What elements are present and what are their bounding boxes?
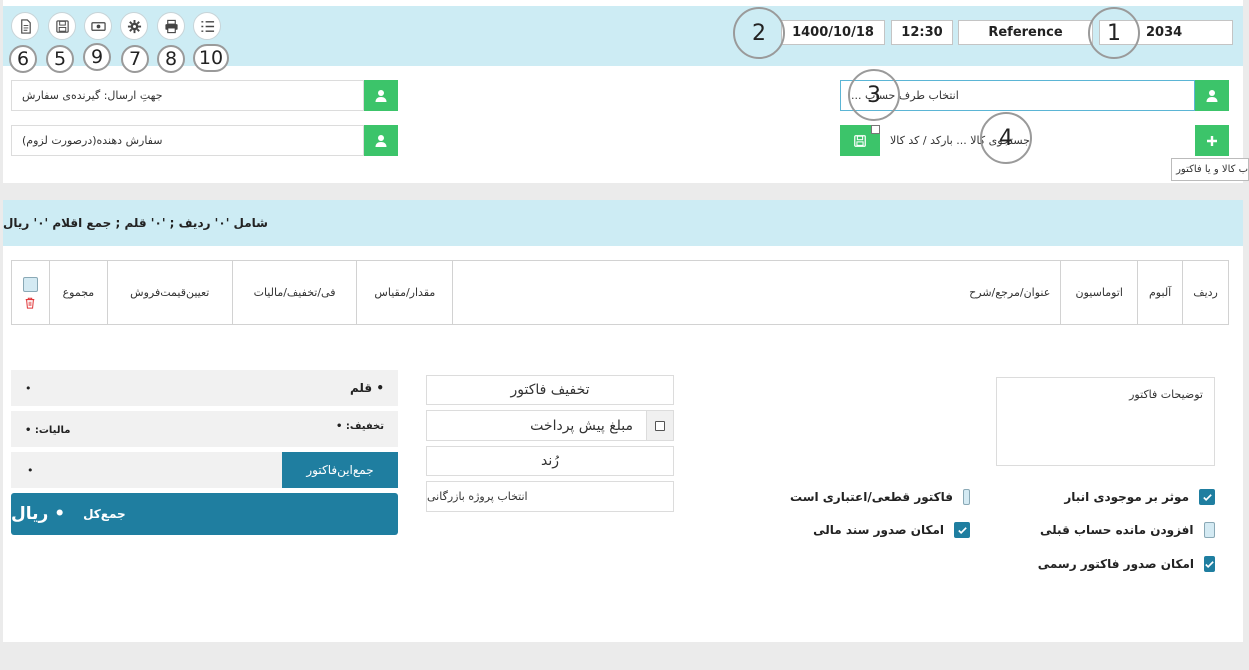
check-icon	[957, 526, 967, 534]
qalam-value: •	[25, 381, 32, 395]
financial-doc-label: امکان صدور سند مالی	[813, 523, 944, 537]
user-icon	[375, 89, 387, 102]
official-invoice-checkbox-row[interactable]: امکان صدور فاکتور رسمی	[1037, 555, 1215, 573]
save-icon	[55, 19, 69, 33]
invoice-sum-label: جمع‌این‌فاکتور	[282, 452, 398, 488]
callout-4: 4	[980, 112, 1032, 164]
discount-tax-row: تخفیف: • مالیات: •	[11, 411, 398, 447]
final-invoice-label: فاکتور قطعی/اعتباری است	[790, 490, 954, 504]
official-invoice-label: امکان صدور فاکتور رسمی	[1037, 557, 1194, 571]
project-select[interactable]: انتخاب پروژه بازرگانی	[426, 481, 674, 512]
callout-2: 2	[733, 7, 785, 59]
gear-icon	[127, 19, 141, 33]
financial-doc-checkbox-row[interactable]: امکان صدور سند مالی	[810, 521, 970, 539]
prepayment-button[interactable]: مبلغ پیش پرداخت	[426, 410, 674, 441]
cash-icon	[90, 21, 106, 31]
invoice-sum-value: •	[27, 463, 34, 477]
invoice-notes-textarea[interactable]: توضیحات فاکتور	[996, 377, 1215, 466]
prepayment-label: مبلغ پیش پرداخت	[530, 417, 633, 434]
select-all-checkbox[interactable]	[22, 276, 38, 292]
col-total[interactable]: مجموع	[48, 261, 107, 324]
previous-balance-label: افزودن مانده حساب قبلی	[1040, 523, 1194, 537]
qalam-label: • قلم	[349, 381, 384, 395]
col-title[interactable]: عنوان/مرجع/شرح	[452, 261, 1060, 324]
col-price[interactable]: فی/تخفیف/مالیات	[231, 261, 357, 324]
qalam-row: • قلم •	[11, 370, 398, 406]
product-search-input[interactable]: جستجوی کالا ... بارکد / کد کالا	[880, 125, 1195, 156]
print-icon	[164, 19, 178, 33]
col-row[interactable]: ردیف	[1182, 261, 1228, 324]
financial-doc-checkbox[interactable]	[954, 522, 970, 538]
print-button[interactable]	[157, 12, 185, 40]
inventory-checkbox-row[interactable]: موثر بر موجودی انبار	[1060, 488, 1215, 506]
order-giver-button[interactable]	[364, 125, 398, 156]
callout-badge-9: 9	[83, 43, 111, 71]
date-field[interactable]: 1400/10/18	[781, 20, 885, 45]
final-invoice-checkbox-row[interactable]: فاکتور قطعی/اعتباری است	[790, 488, 970, 506]
new-document-button[interactable]	[11, 12, 39, 40]
save-button[interactable]	[48, 12, 76, 40]
invoice-summary-bar: شامل '۰' ردیف ; '۰' قلم ; جمع اقلام '۰' …	[3, 200, 1243, 246]
callout-badge-8: 8	[157, 45, 185, 73]
user-icon	[375, 134, 387, 147]
notes-label: توضیحات فاکتور	[1129, 388, 1203, 401]
col-album[interactable]: آلبوم	[1137, 261, 1182, 324]
callout-3: 3	[848, 69, 900, 121]
col-automation[interactable]: اتوماسیون	[1060, 261, 1137, 324]
send-direction-field[interactable]: جهتِ ارسال: گیرنده‌ی سفارش	[11, 80, 364, 111]
col-sale-price[interactable]: تعیین‌قیمت‌فروش	[106, 261, 232, 324]
account-button[interactable]	[1195, 80, 1229, 111]
save-icon	[854, 134, 866, 147]
callout-badge-6: 6	[9, 45, 37, 73]
reference-label: Reference	[958, 20, 1093, 45]
grand-total-value: • ریال	[11, 504, 66, 524]
invoice-discount-button[interactable]: تخفیف فاکتور	[426, 375, 674, 405]
final-invoice-checkbox[interactable]	[963, 489, 970, 505]
callout-badge-10: 10	[193, 44, 229, 72]
prepayment-checkbox[interactable]	[655, 420, 665, 431]
items-table: ردیف آلبوم اتوماسیون عنوان/مرجع/شرح مقدا…	[11, 260, 1229, 325]
grand-total-button[interactable]: جمع‌کل • ریال	[11, 493, 398, 535]
list-button[interactable]	[193, 12, 221, 40]
discount-label: تخفیف: •	[335, 421, 384, 432]
order-giver-field[interactable]: سفارش دهنده(درصورت لزوم)	[11, 125, 364, 156]
user-icon	[1206, 89, 1218, 102]
col-actions	[12, 261, 49, 324]
previous-balance-checkbox-row[interactable]: افزودن مانده حساب قبلی	[1040, 521, 1215, 539]
plus-icon	[1207, 135, 1217, 146]
check-icon	[1202, 493, 1212, 501]
product-checkbox[interactable]	[871, 125, 880, 134]
settings-button[interactable]	[120, 12, 148, 40]
trash-icon[interactable]	[24, 297, 36, 309]
tax-label: مالیات: •	[25, 425, 71, 436]
col-quantity[interactable]: مقدار/مقیاس	[356, 261, 452, 324]
summary-text: شامل '۰' ردیف ; '۰' قلم ; جمع اقلام '۰' …	[3, 216, 268, 230]
callout-badge-7: 7	[121, 45, 149, 73]
time-field[interactable]: 12:30	[891, 20, 953, 45]
list-icon	[200, 20, 214, 32]
callout-1: 1	[1088, 7, 1140, 59]
round-button[interactable]: رُند	[426, 446, 674, 476]
add-product-button[interactable]	[1195, 125, 1229, 156]
grand-total-label: جمع‌کل	[83, 507, 126, 521]
inventory-checkbox[interactable]	[1199, 489, 1215, 505]
inventory-label: موثر بر موجودی انبار	[1064, 490, 1189, 504]
invoice-sum-row: جمع‌این‌فاکتور •	[11, 452, 398, 488]
official-invoice-checkbox[interactable]	[1204, 556, 1215, 572]
cash-button[interactable]	[84, 12, 112, 40]
previous-balance-checkbox[interactable]	[1203, 522, 1215, 538]
prepayment-toggle[interactable]	[646, 410, 674, 441]
search-tooltip: ب کالا و یا فاکتور	[1171, 158, 1249, 181]
callout-badge-5: 5	[46, 45, 74, 73]
document-icon	[20, 18, 31, 34]
check-icon	[1205, 560, 1214, 568]
receiver-button[interactable]	[364, 80, 398, 111]
